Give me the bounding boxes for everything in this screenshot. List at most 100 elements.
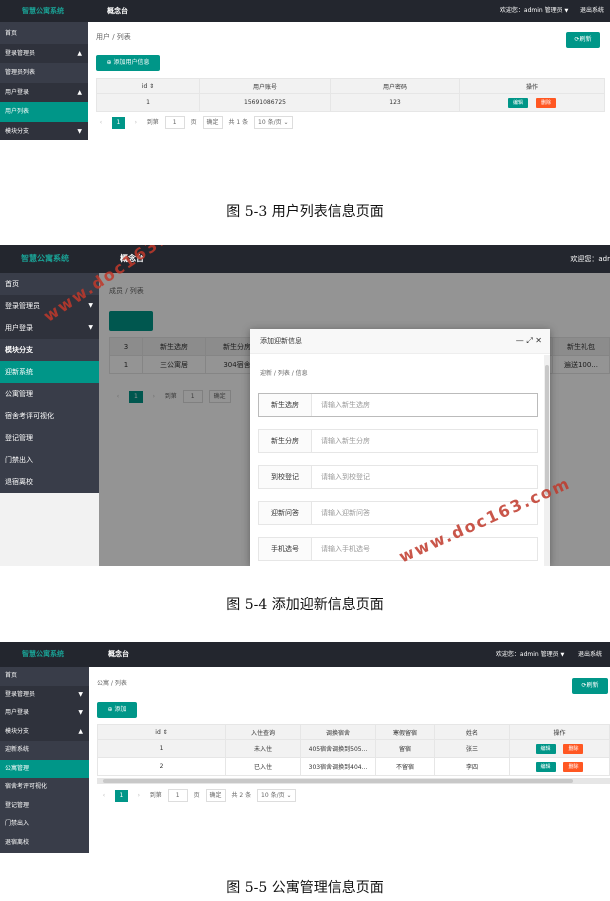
top-nav-console[interactable]: 概念台 bbox=[101, 642, 136, 667]
sidebar-item-4[interactable]: 用户列表 bbox=[0, 102, 88, 122]
add-button[interactable]: ⊕ 添加 bbox=[97, 702, 137, 718]
sidebar-item-label: 门禁出入 bbox=[5, 820, 30, 827]
sidebar-item-label: 管理员列表 bbox=[5, 69, 36, 76]
form-input[interactable]: 请输入手机选号 bbox=[321, 538, 370, 560]
main-content: 用户 / 列表 ⟳刷新 ⊕ 添加用户信息 id ⇕ 用户账号 用户密码 操作 1… bbox=[88, 22, 610, 140]
sidebar-item-label: 退宿离校 bbox=[5, 478, 33, 486]
top-bar: 智慧公寓系统 概念台 欢迎您：admin 管理员 ▼ 退出系统 bbox=[0, 642, 610, 667]
sidebar-item-2[interactable]: 用户登录 ▼ bbox=[0, 704, 89, 723]
page-size-select[interactable]: 10 条/页 ⌄ bbox=[254, 116, 293, 129]
sidebar-item-2[interactable]: 管理员列表 bbox=[0, 63, 88, 83]
user-menu[interactable]: 欢迎您：admin 管理员 bbox=[496, 651, 559, 658]
goto-label: 到第 bbox=[146, 118, 159, 126]
prev-page-button[interactable]: ‹ bbox=[96, 117, 106, 129]
form-row: 新生选房 请输入新生选房 bbox=[258, 393, 538, 417]
refresh-button[interactable]: ⟳刷新 bbox=[572, 678, 608, 694]
user-table: id ⇕ 用户账号 用户密码 操作 1 15691086725 123 编辑 删… bbox=[96, 78, 605, 112]
sidebar-item-label: 登记管理 bbox=[5, 801, 30, 809]
goto-page-input[interactable]: 1 bbox=[164, 116, 185, 129]
col-id[interactable]: id ⇕ bbox=[97, 724, 226, 740]
sidebar-item-3[interactable]: 用户登录 ▲ bbox=[0, 82, 88, 102]
form-label: 新生选房 bbox=[259, 394, 312, 416]
sidebar-item-7[interactable]: 登记管理 bbox=[0, 427, 99, 449]
chevron-down-icon: ▼ bbox=[77, 127, 82, 135]
form-input[interactable]: 请输入新生选房 bbox=[321, 394, 370, 416]
logout-link[interactable]: 退出系统 bbox=[580, 7, 604, 14]
edit-button[interactable]: 编辑 bbox=[508, 97, 529, 108]
add-user-button[interactable]: ⊕ 添加用户信息 bbox=[96, 55, 160, 71]
sidebar-item-4[interactable]: 迎新系统 bbox=[0, 741, 89, 760]
sidebar-item-1[interactable]: 登录管理员 ▼ bbox=[0, 685, 89, 704]
goto-page-input[interactable]: 1 bbox=[167, 789, 188, 802]
modal-scrollbar[interactable] bbox=[544, 355, 550, 566]
col-actions: 操作 bbox=[459, 78, 605, 94]
logout-link[interactable]: 退出系统 bbox=[578, 651, 602, 658]
main-content: 公寓 / 列表 ⟳刷新 ⊕ 添加 id ⇕ 入住查询 调换宿舍 寒假留宿 姓名 … bbox=[89, 667, 610, 853]
sidebar-item-6[interactable]: 宿舍考评可视化 bbox=[0, 405, 99, 427]
prev-page-button[interactable]: ‹ bbox=[99, 790, 109, 802]
chevron-down-icon: ▼ bbox=[560, 652, 566, 658]
page-1-button[interactable]: 1 bbox=[111, 116, 125, 129]
sidebar-item-3[interactable]: 模块分支 ▲ bbox=[0, 722, 89, 741]
sidebar-item-1[interactable]: 登录管理员 ▲ bbox=[0, 43, 88, 63]
page-size-select[interactable]: 10 条/页 ⌄ bbox=[257, 789, 296, 802]
delete-button[interactable]: 删除 bbox=[563, 743, 584, 754]
user-menu[interactable]: 欢迎您：adr bbox=[570, 245, 610, 273]
pagination: ‹ 1 › 到第 1 页 确定 共 1 条 10 条/页 ⌄ bbox=[96, 116, 297, 130]
cell-password: 123 bbox=[330, 93, 460, 112]
page-1-button[interactable]: 1 bbox=[114, 789, 128, 802]
sidebar-item-5[interactable]: 公寓管理 bbox=[0, 759, 89, 778]
sidebar-item-9[interactable]: 退宿离校 bbox=[0, 471, 99, 493]
delete-button[interactable]: 删除 bbox=[535, 97, 556, 108]
goto-confirm-button[interactable]: 确定 bbox=[205, 789, 226, 802]
sidebar-item-label: 公寓管理 bbox=[5, 764, 30, 772]
col-id[interactable]: id ⇕ bbox=[96, 78, 200, 94]
figure-caption-5-5: 图 5-5 公寓管理信息页面 bbox=[226, 880, 384, 896]
table-header-row: id ⇕ 入住查询 调换宿舍 寒假留宿 姓名 操作 bbox=[97, 724, 610, 740]
sidebar-item-0[interactable]: 首页 bbox=[0, 24, 88, 44]
refresh-button[interactable]: ⟳刷新 bbox=[566, 32, 600, 48]
sidebar-item-8[interactable]: 门禁出入 bbox=[0, 449, 99, 471]
figure-caption-5-3: 图 5-3 用户列表信息页面 bbox=[226, 204, 384, 220]
table-horizontal-scrollbar[interactable] bbox=[97, 778, 610, 784]
form-label: 迎新问答 bbox=[259, 502, 312, 524]
sidebar-item-6[interactable]: 宿舍考评可视化 bbox=[0, 778, 89, 797]
sidebar-item-7[interactable]: 登记管理 bbox=[0, 797, 89, 816]
form-input[interactable]: 请输入迎新问答 bbox=[321, 502, 370, 524]
delete-button[interactable]: 删除 bbox=[563, 761, 584, 772]
sidebar-item-4[interactable]: 迎新系统 bbox=[0, 361, 99, 383]
chevron-up-icon: ▲ bbox=[78, 727, 83, 735]
sidebar-item-label: 宿舍考评可视化 bbox=[5, 412, 54, 420]
sidebar-item-label: 登录管理员 bbox=[5, 690, 36, 698]
col-actions: 操作 bbox=[509, 724, 610, 740]
app-brand: 智慧公寓系统 bbox=[22, 650, 64, 658]
next-page-button[interactable]: › bbox=[134, 790, 144, 802]
top-nav-console[interactable]: 概念台 bbox=[103, 0, 132, 22]
form-input[interactable]: 请输入到校登记 bbox=[321, 466, 370, 488]
breadcrumb: 公寓 / 列表 bbox=[97, 680, 127, 687]
table-row: 1 未入住 405宿舍调换到505... 留宿 张三 编辑 删除 bbox=[97, 739, 610, 758]
sidebar-item-0[interactable]: 首页 bbox=[0, 667, 89, 686]
col-checkin: 入住查询 bbox=[225, 724, 301, 740]
chevron-down-icon: ▼ bbox=[564, 8, 570, 14]
form-input[interactable]: 请输入新生分房 bbox=[321, 430, 370, 452]
window-controls-icon[interactable]: — ⤢ ✕ bbox=[516, 329, 542, 353]
screenshot-user-list: 智慧公寓系统 概念台 欢迎您：admin 管理员 ▼ 退出系统 首页 登录管理员 ▲… bbox=[0, 0, 610, 140]
sidebar-item-8[interactable]: 门禁出入 bbox=[0, 815, 89, 834]
figure-caption-5-4: 图 5-4 添加迎新信息页面 bbox=[226, 597, 384, 613]
goto-confirm-button[interactable]: 确定 bbox=[202, 116, 223, 129]
breadcrumb: 用户 / 列表 bbox=[96, 33, 131, 41]
sidebar-item-label: 迎新系统 bbox=[5, 368, 33, 376]
table-row: 1 15691086725 123 编辑 删除 bbox=[96, 93, 605, 112]
cell-actions: 编辑 删除 bbox=[509, 739, 610, 758]
chevron-up-icon: ▲ bbox=[77, 88, 82, 96]
user-menu[interactable]: 欢迎您：admin 管理员 bbox=[500, 7, 563, 14]
sidebar-item-3[interactable]: 模块分支 bbox=[0, 339, 99, 361]
sidebar-item-9[interactable]: 退宿离校 bbox=[0, 834, 89, 853]
edit-button[interactable]: 编辑 bbox=[535, 743, 556, 754]
next-page-button[interactable]: › bbox=[131, 117, 141, 129]
goto-label: 到第 bbox=[149, 791, 162, 799]
sidebar-item-5[interactable]: 公寓管理 bbox=[0, 383, 99, 405]
edit-button[interactable]: 编辑 bbox=[535, 761, 556, 772]
sidebar-item-5[interactable]: 模块分支 ▼ bbox=[0, 121, 88, 140]
